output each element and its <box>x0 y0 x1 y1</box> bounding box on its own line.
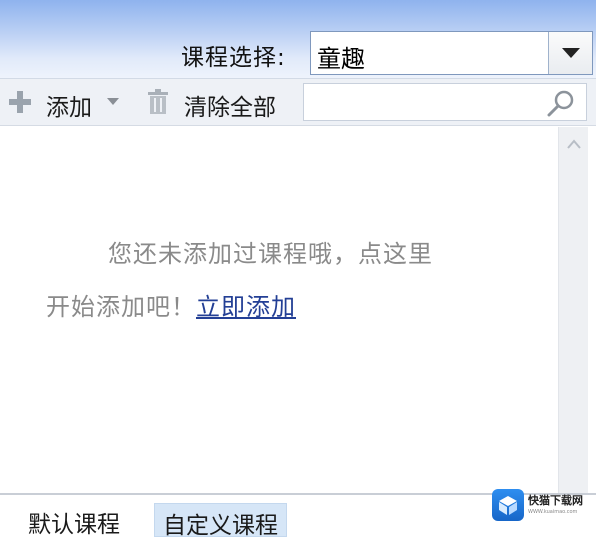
add-button[interactable]: 添加 <box>46 88 92 122</box>
plus-icon[interactable] <box>8 90 32 114</box>
course-select[interactable]: 童趣 <box>310 31 593 75</box>
empty-state-message-2: 开始添加吧！立即添加 <box>46 287 296 322</box>
tab-default-courses[interactable]: 默认课程 <box>20 503 128 538</box>
search-icon[interactable] <box>546 89 576 117</box>
watermark: 快猫下载网 WWW.kuaimao.com <box>490 487 590 523</box>
search-input[interactable] <box>303 83 587 121</box>
empty-state-message: 您还未添加过课程哦，点这里 <box>108 240 433 268</box>
add-now-link[interactable]: 立即添加 <box>196 293 296 321</box>
course-list-area: 您还未添加过课程哦，点这里 开始添加吧！立即添加 <box>0 127 558 493</box>
empty-state-prefix: 开始添加吧！ <box>46 293 196 321</box>
toolbar: 添加 清除全部 <box>0 78 596 126</box>
scroll-up-icon[interactable] <box>567 139 581 149</box>
vertical-scrollbar[interactable] <box>558 127 588 493</box>
trash-icon[interactable] <box>147 89 169 115</box>
header-bar: 课程选择: 童趣 <box>0 0 596 78</box>
clear-all-button[interactable]: 清除全部 <box>184 88 276 122</box>
course-select-value: 童趣 <box>317 45 365 73</box>
dropdown-arrow-icon <box>562 48 580 58</box>
tab-custom-courses[interactable]: 自定义课程 <box>154 503 287 539</box>
watermark-title: 快猫下载网 <box>528 494 583 507</box>
watermark-subtitle: WWW.kuaimao.com <box>528 509 578 515</box>
course-select-dropdown-button[interactable] <box>548 32 592 74</box>
course-select-label: 课程选择: <box>181 45 286 71</box>
watermark-logo-icon <box>492 489 524 521</box>
caret-down-icon[interactable] <box>107 98 119 106</box>
